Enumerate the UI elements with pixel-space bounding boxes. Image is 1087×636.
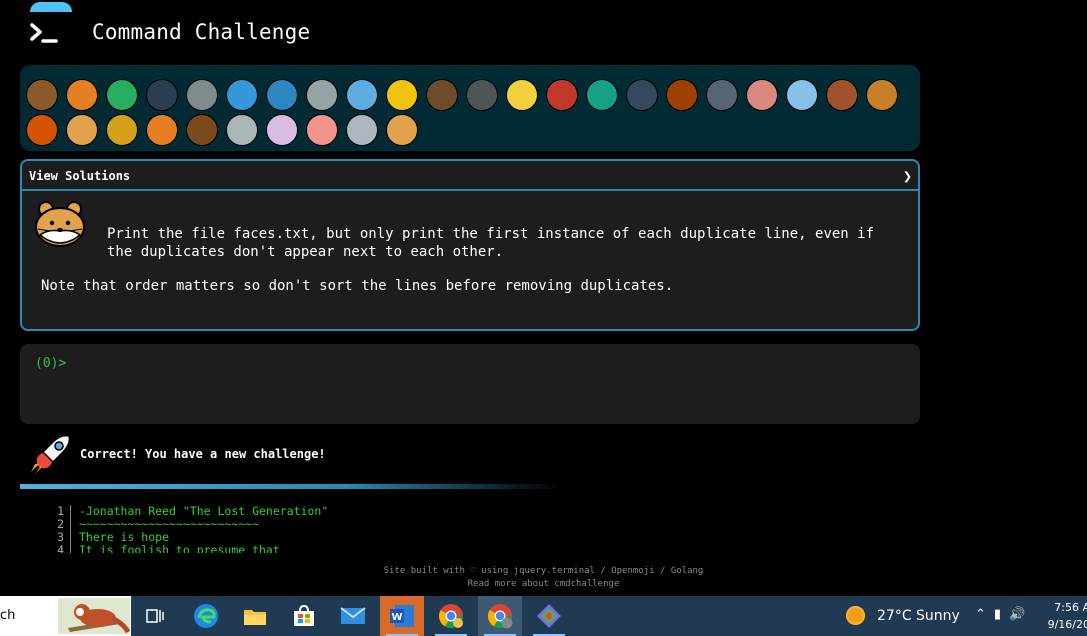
rocket-icon [31, 434, 71, 474]
cat-icon[interactable] [66, 114, 98, 146]
volume-icon[interactable]: 🔊 [1009, 607, 1025, 622]
level-icon-bar [20, 65, 920, 151]
folder-icon [244, 610, 266, 625]
fish-icon[interactable] [346, 79, 378, 111]
cow-icon[interactable] [266, 114, 298, 146]
app-button[interactable] [527, 596, 571, 636]
mail-icon [340, 607, 366, 624]
edge-icon [194, 604, 218, 628]
output-listing: 1 -Jonathan Reed "The Lost Generation" 2… [50, 505, 550, 553]
view-solutions-label: View Solutions [29, 169, 131, 183]
taskbar-search-input[interactable]: ch [0, 596, 131, 636]
bee-icon[interactable] [506, 79, 538, 111]
store-button[interactable] [282, 596, 326, 636]
terminal[interactable]: (0)> [20, 344, 920, 424]
red-panda-icon [58, 598, 130, 634]
chevron-up-icon[interactable]: ⌃ [975, 607, 986, 622]
monkey-icon[interactable] [826, 79, 858, 111]
edge-taskbar-button[interactable] [184, 596, 228, 636]
challenge-description: Print the file faces.txt, but only print… [107, 226, 875, 260]
challenge-note: Note that order matters so don't sort th… [41, 278, 674, 294]
fox-icon[interactable] [26, 114, 58, 146]
system-tray: ⌃ ▮ 🔊 [975, 607, 1025, 622]
list-item: 4 It is foolish to presume that [50, 544, 550, 553]
weather-text: 27°C Sunny [877, 607, 960, 624]
page-title: Command Challenge [92, 20, 311, 44]
header: Command Challenge [0, 0, 1087, 62]
chrome-icon [438, 604, 463, 629]
hedgehog-icon[interactable] [426, 79, 458, 111]
lion-icon[interactable] [106, 114, 138, 146]
worm-icon[interactable] [746, 79, 778, 111]
mail-button[interactable] [331, 596, 375, 636]
dolphin-icon[interactable] [266, 79, 298, 111]
view-solutions-toggle[interactable]: View Solutions ❯ [22, 161, 918, 191]
tropical-fish-icon[interactable] [386, 79, 418, 111]
top-arc-decoration [30, 2, 72, 12]
terminal-prompt: (0)> [35, 356, 67, 371]
spider-icon[interactable] [626, 79, 658, 111]
store-icon [294, 605, 314, 626]
tiger-icon[interactable] [146, 114, 178, 146]
weather-widget[interactable]: 27°C Sunny [846, 606, 960, 625]
terminal-logo-icon [30, 23, 58, 43]
clock[interactable]: 7:56 A 9/16/20 [1045, 599, 1087, 633]
sun-icon [846, 606, 865, 625]
horse-icon[interactable] [186, 114, 218, 146]
whale-icon[interactable] [226, 79, 258, 111]
dog-icon[interactable] [866, 79, 898, 111]
mouse-icon[interactable] [346, 114, 378, 146]
chevron-right-icon[interactable]: ❯ [903, 167, 912, 185]
line-number: 4 [50, 544, 71, 553]
search-text: ch [0, 608, 16, 623]
fly-icon[interactable] [706, 79, 738, 111]
footer-read-more-link[interactable]: Read more about cmdchallenge [0, 579, 1087, 589]
task-view-button[interactable] [133, 596, 177, 636]
chrome-button[interactable] [429, 596, 473, 636]
pig-icon[interactable] [306, 114, 338, 146]
time: 7:56 A [1054, 601, 1087, 614]
butterfly-icon[interactable] [66, 79, 98, 111]
diamond-app-icon [537, 604, 561, 628]
task-view-icon [146, 609, 164, 623]
spider-web-icon[interactable] [186, 79, 218, 111]
line-text: It is foolish to presume that [79, 543, 280, 554]
word-icon: W [390, 605, 414, 627]
svg-text:W: W [391, 612, 402, 623]
scorpion-icon[interactable] [666, 79, 698, 111]
unicorn-icon[interactable] [226, 114, 258, 146]
ladybug-icon[interactable] [546, 79, 578, 111]
footer-credits: Site built with ♡ using jquery.terminal … [383, 566, 704, 576]
challenge-panel: View Solutions ❯ Print the file faces.tx… [20, 159, 920, 331]
microbe-icon[interactable] [786, 79, 818, 111]
success-message: Correct! You have a new challenge! [80, 447, 326, 461]
word-button[interactable]: W [380, 596, 424, 636]
file-explorer-button[interactable] [233, 596, 277, 636]
chrome-icon [487, 604, 513, 629]
battery-icon[interactable]: ▮ [994, 607, 1001, 622]
cricket-icon[interactable] [586, 79, 618, 111]
wolf-icon[interactable] [466, 79, 498, 111]
ant-icon[interactable] [146, 79, 178, 111]
taskbar: ch W 27°C Sunny ⌃ ▮ 🔊 7:56 A 9/16/20 [0, 596, 1087, 636]
snail-icon[interactable] [26, 79, 58, 111]
caterpillar-icon[interactable] [106, 79, 138, 111]
shark-icon[interactable] [306, 79, 338, 111]
date: 9/16/20 [1047, 618, 1087, 631]
hamster-icon[interactable] [386, 114, 418, 146]
chrome-profile-button[interactable] [478, 596, 522, 636]
divider [20, 484, 560, 489]
hamster-icon [35, 201, 85, 247]
